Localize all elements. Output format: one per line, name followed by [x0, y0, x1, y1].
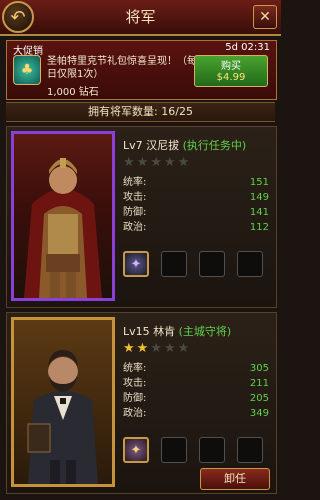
equipment-slot-empty[interactable] [161, 437, 187, 463]
stat-label: 防御: [123, 207, 147, 218]
page-title: 将军 [125, 8, 156, 26]
stat-value: 305 [249, 363, 269, 374]
stat-row-command: 统率: 151 [123, 175, 269, 190]
general-portrait-image [27, 350, 98, 484]
stat-row-defense: 防御: 205 [123, 391, 269, 406]
stat-label: 政治: [123, 222, 147, 233]
general-stats: 统率: 151 攻击: 149 防御: 141 政治: 112 [123, 175, 269, 235]
equipment-slot-empty[interactable] [161, 251, 187, 277]
general-name: Lv15 林肯 (主城守将) [123, 323, 231, 339]
buy-label: 购买 [221, 61, 241, 72]
equipment-slots: ✦ [123, 251, 263, 277]
buy-button[interactable]: 购买 $4.99 [194, 55, 268, 87]
stat-row-attack: 攻击: 149 [123, 190, 269, 205]
star-icon: ★ [163, 341, 178, 356]
general-role: (执行任务中) [182, 139, 247, 152]
general-count: 拥有将军数量: 16/25 [6, 102, 275, 122]
stat-value: 112 [249, 222, 269, 233]
equipment-slot[interactable]: ✦ [123, 251, 149, 277]
general-role: (主城守将) [178, 325, 232, 338]
general-stats: 统率: 305 攻击: 211 防御: 205 政治: 349 [123, 361, 269, 421]
stat-label: 统率: [123, 177, 147, 188]
general-portrait-image [24, 158, 102, 298]
promo-banner: 大促销 5d 02:31 ♣ 圣帕特里克节礼包惊喜呈现！（每日仅限1次） 1,0… [6, 40, 277, 100]
equipment-slots: ✦ [123, 437, 263, 463]
star-rating: ★★★★★ [123, 155, 191, 170]
general-level-name: Lv15 林肯 [123, 325, 176, 338]
star-rating: ★★★★★ [123, 341, 191, 356]
general-level-name: Lv7 汉尼拔 [123, 139, 180, 152]
general-card-lincoln[interactable]: Lv15 林肯 (主城守将) ★★★★★ 统率: 305 攻击: 211 防御:… [6, 312, 277, 494]
star-icon: ★ [177, 155, 192, 170]
stat-label: 防御: [123, 393, 147, 404]
equipment-slot-empty[interactable] [237, 437, 263, 463]
gem-icon: ✦ [130, 442, 142, 458]
star-icon: ★ [150, 155, 164, 170]
gift-pack-icon: ♣ [13, 55, 41, 85]
star-icon: ★ [177, 341, 192, 356]
close-button[interactable]: ✕ [253, 5, 277, 29]
stat-value: 151 [249, 177, 269, 188]
promo-reward: 1,000 钻石 [47, 87, 99, 98]
equipment-slot[interactable]: ✦ [123, 437, 149, 463]
general-card-hannibal[interactable]: Lv7 汉尼拔 (执行任务中) ★★★★★ 统率: 151 攻击: 149 防御… [6, 126, 277, 308]
stat-label: 攻击: [123, 192, 147, 203]
stat-value: 141 [249, 207, 269, 218]
stat-label: 统率: [123, 363, 147, 374]
star-icon: ★ [123, 155, 137, 170]
close-icon: ✕ [259, 9, 271, 25]
promo-description: 圣帕特里克节礼包惊喜呈现！（每日仅限1次） [47, 56, 197, 80]
equipment-slot-empty[interactable] [199, 251, 225, 277]
stat-row-command: 统率: 305 [123, 361, 269, 376]
general-name: Lv7 汉尼拔 (执行任务中) [123, 137, 246, 153]
stat-row-politics: 政治: 349 [123, 406, 269, 421]
stat-row-politics: 政治: 112 [123, 220, 269, 235]
star-icon: ★ [136, 341, 151, 356]
stat-value: 149 [249, 192, 269, 203]
equipment-slot-empty[interactable] [199, 437, 225, 463]
buy-price: $4.99 [216, 72, 246, 83]
gem-icon: ✦ [130, 256, 142, 272]
equipment-slot-empty[interactable] [237, 251, 263, 277]
stat-value: 349 [249, 408, 269, 419]
stat-row-defense: 防御: 141 [123, 205, 269, 220]
general-portrait[interactable] [11, 131, 115, 301]
promo-timer: 5d 02:31 [225, 42, 270, 53]
stat-value: 211 [249, 378, 269, 389]
dismiss-button[interactable]: 卸任 [200, 468, 270, 490]
stat-label: 政治: [123, 408, 147, 419]
star-icon: ★ [150, 341, 164, 356]
star-icon: ★ [136, 155, 151, 170]
star-icon: ★ [123, 341, 137, 356]
header-bar: ↶ 将军 ✕ [0, 0, 281, 36]
stat-value: 205 [249, 393, 269, 404]
stat-label: 攻击: [123, 378, 147, 389]
stat-row-attack: 攻击: 211 [123, 376, 269, 391]
general-portrait[interactable] [11, 317, 115, 487]
star-icon: ★ [163, 155, 178, 170]
